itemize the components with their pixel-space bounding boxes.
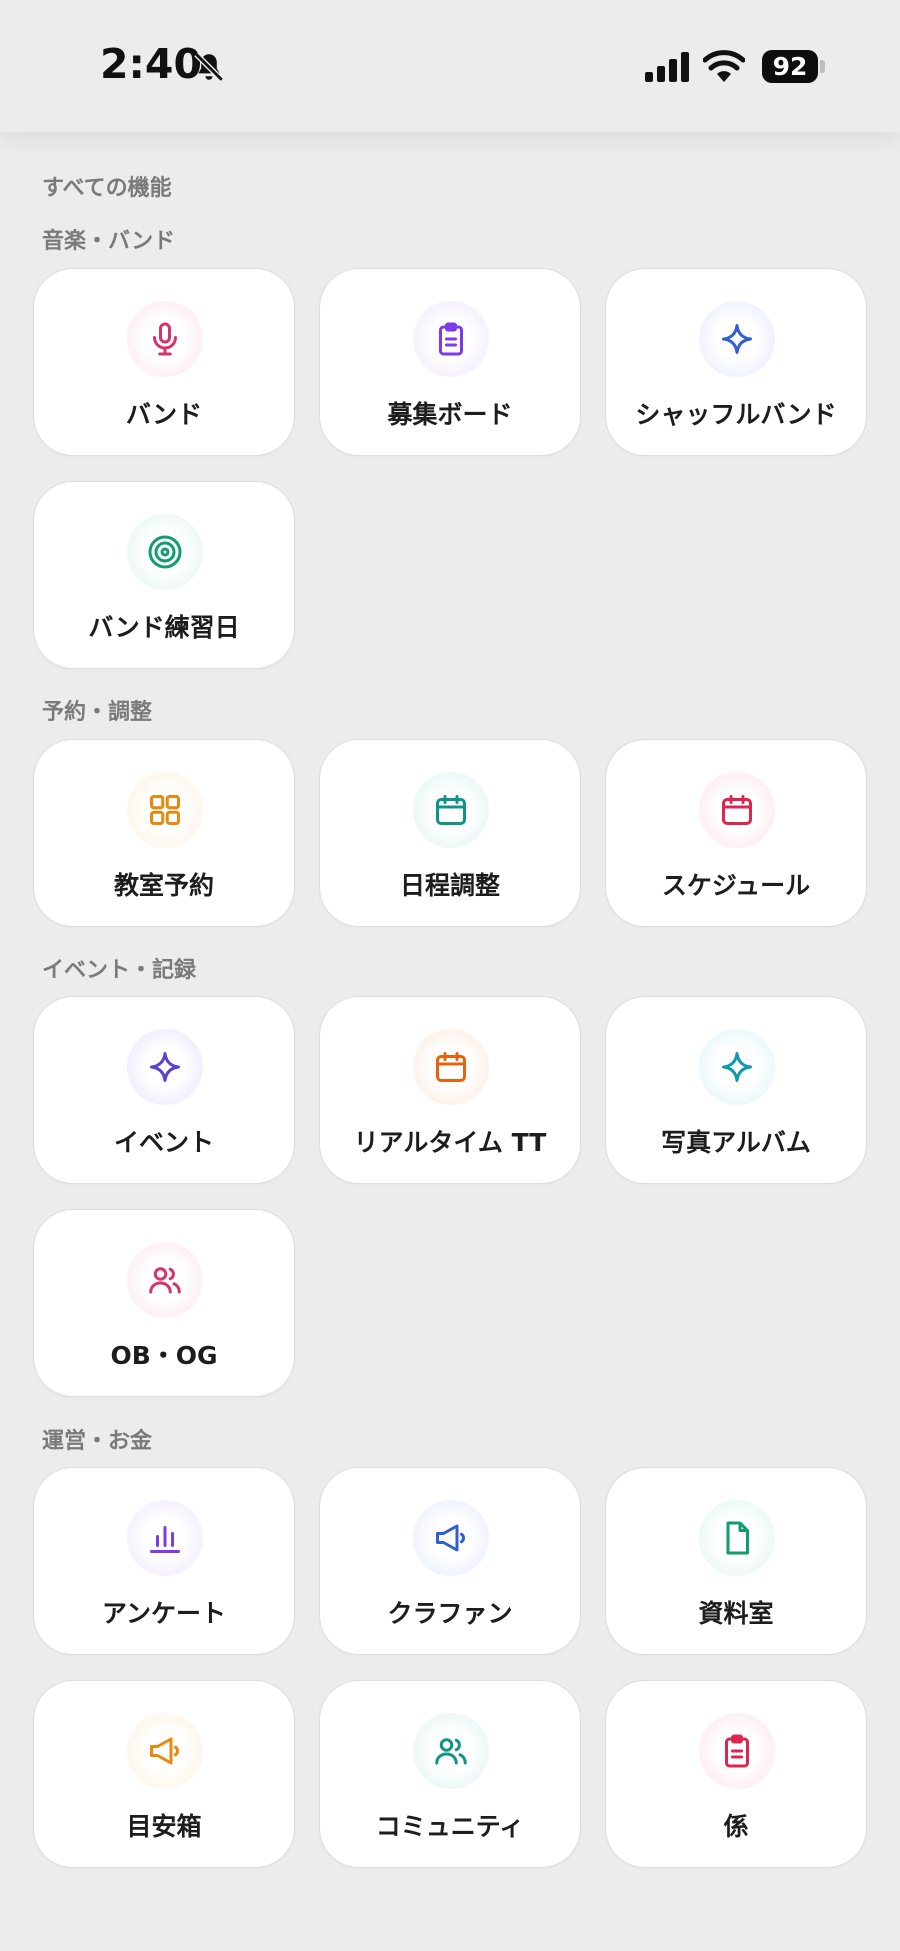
roles-icon-bubble xyxy=(699,1713,775,1789)
room-booking-tile[interactable]: 教室予約 xyxy=(33,739,295,927)
suggestion-box-label: 目安箱 xyxy=(126,1812,202,1841)
band-practice-day-label: バンド練習日 xyxy=(88,613,240,642)
people-icon xyxy=(435,1738,467,1765)
section-label-booking: 予約・調整 xyxy=(42,700,153,725)
recruit-board-tile[interactable]: 募集ボード xyxy=(319,268,581,456)
documents-tile[interactable]: 資料室 xyxy=(605,1467,867,1655)
people-icon xyxy=(149,1267,181,1294)
survey-icon-bubble xyxy=(127,1500,203,1576)
status-time: 2:40 xyxy=(100,40,202,88)
bell-muted-icon xyxy=(194,52,224,82)
page-title: すべての機能 xyxy=(42,176,172,201)
battery-indicator: 92 xyxy=(762,50,818,83)
schedule-label: スケジュール xyxy=(661,871,811,900)
band-practice-day-tile[interactable]: バンド練習日 xyxy=(33,481,295,669)
event-tile[interactable]: イベント xyxy=(33,996,295,1184)
room-booking-icon-bubble xyxy=(127,772,203,848)
calendar-icon xyxy=(722,795,752,825)
community-icon-bubble xyxy=(413,1713,489,1789)
schedule-adjust-label: 日程調整 xyxy=(399,871,500,900)
survey-tile[interactable]: アンケート xyxy=(33,1467,295,1655)
shuffle-band-label: シャッフルバンド xyxy=(635,400,837,429)
survey-label: アンケート xyxy=(101,1599,226,1628)
band-practice-day-icon-bubble xyxy=(127,514,203,590)
band-icon-bubble xyxy=(127,301,203,377)
crowdfunding-label: クラファン xyxy=(387,1599,513,1628)
realtime-tt-icon-bubble xyxy=(413,1029,489,1105)
suggestion-box-icon-bubble xyxy=(127,1713,203,1789)
section-label-music-band: 音楽・バンド xyxy=(42,229,176,254)
megaphone-icon xyxy=(150,1737,179,1765)
section-label-events: イベント・記録 xyxy=(42,958,197,983)
photo-album-tile[interactable]: 写真アルバム xyxy=(605,996,867,1184)
shuffle-band-tile[interactable]: シャッフルバンド xyxy=(605,268,867,456)
target-icon xyxy=(148,535,182,569)
documents-icon-bubble xyxy=(699,1500,775,1576)
recruit-board-icon-bubble xyxy=(413,301,489,377)
community-label: コミュニティ xyxy=(375,1812,525,1841)
shuffle-band-icon-bubble xyxy=(699,301,775,377)
event-label: イベント xyxy=(113,1128,214,1157)
suggestion-box-tile[interactable]: 目安箱 xyxy=(33,1680,295,1868)
schedule-adjust-icon-bubble xyxy=(413,772,489,848)
schedule-icon-bubble xyxy=(699,772,775,848)
crowdfunding-tile[interactable]: クラファン xyxy=(319,1467,581,1655)
clipboard-icon xyxy=(725,1734,749,1768)
crowdfunding-icon-bubble xyxy=(413,1500,489,1576)
status-bar: 2:40 92 xyxy=(0,0,900,132)
sparkle-icon xyxy=(722,324,752,354)
ob-og-tile[interactable]: OB・OG xyxy=(33,1209,295,1397)
calendar-icon xyxy=(436,795,466,825)
schedule-adjust-tile[interactable]: 日程調整 xyxy=(319,739,581,927)
photo-album-label: 写真アルバム xyxy=(661,1128,811,1157)
ob-og-label: OB・OG xyxy=(110,1341,218,1370)
documents-label: 資料室 xyxy=(698,1599,774,1628)
photo-album-icon-bubble xyxy=(699,1029,775,1105)
band-label: バンド xyxy=(125,400,203,429)
room-booking-label: 教室予約 xyxy=(113,871,214,900)
clipboard-icon xyxy=(439,322,463,356)
band-tile[interactable]: バンド xyxy=(33,268,295,456)
microphone-icon xyxy=(153,322,177,356)
grid-icon xyxy=(150,795,180,825)
realtime-tt-tile[interactable]: リアルタイム TT xyxy=(319,996,581,1184)
recruit-board-label: 募集ボード xyxy=(387,400,513,429)
bar-chart-icon xyxy=(150,1526,180,1553)
ob-og-icon-bubble xyxy=(127,1242,203,1318)
realtime-tt-label: リアルタイム TT xyxy=(353,1128,547,1157)
sparkle-icon xyxy=(722,1052,752,1082)
document-icon xyxy=(726,1521,749,1555)
event-icon-bubble xyxy=(127,1029,203,1105)
megaphone-icon xyxy=(436,1524,465,1552)
cellular-signal-icon xyxy=(645,52,689,82)
schedule-tile[interactable]: スケジュール xyxy=(605,739,867,927)
roles-label: 係 xyxy=(723,1812,749,1841)
wifi-icon xyxy=(703,50,745,82)
sparkle-icon xyxy=(150,1052,180,1082)
roles-tile[interactable]: 係 xyxy=(605,1680,867,1868)
calendar-icon xyxy=(436,1052,466,1082)
community-tile[interactable]: コミュニティ xyxy=(319,1680,581,1868)
section-label-management: 運営・お金 xyxy=(42,1429,153,1454)
battery-tip xyxy=(820,60,825,73)
